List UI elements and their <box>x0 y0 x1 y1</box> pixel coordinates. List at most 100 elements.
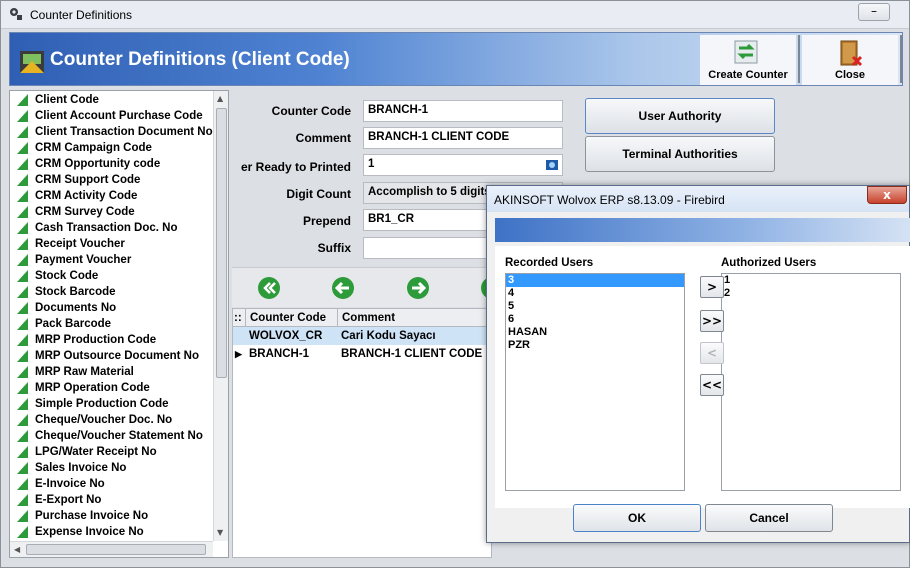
sidebar-item[interactable]: MRP Raw Material <box>10 364 213 380</box>
sidebar-item[interactable]: MRP Operation Code <box>10 380 213 396</box>
create-counter-button[interactable]: Create Counter <box>700 35 796 85</box>
sidebar-item-label: Purchase Invoice No <box>35 510 149 522</box>
digit-count-label: Digit Count <box>286 187 351 201</box>
ready-to-printed-field[interactable]: 1 <box>363 154 563 176</box>
sidebar-item[interactable]: Stock Code <box>10 268 213 284</box>
list-item[interactable]: PZR <box>506 339 684 352</box>
terminal-authorities-button[interactable]: Terminal Authorities <box>585 136 775 172</box>
comment-field[interactable]: BRANCH-1 CLIENT CODE <box>363 127 563 149</box>
table-row[interactable]: WOLVOX_CR Cari Kodu Sayacı <box>233 327 491 345</box>
counter-type-list[interactable]: Client Code Client Account Purchase Code C… <box>9 90 229 558</box>
lookup-icon[interactable] <box>545 158 559 172</box>
sidebar-item[interactable]: Pack Barcode <box>10 316 213 332</box>
sidebar-item[interactable]: Simple Production Code <box>10 396 213 412</box>
scroll-left-icon[interactable]: ◀ <box>14 545 20 554</box>
sidebar-item[interactable]: Client Code <box>10 92 213 108</box>
sidebar-item[interactable]: Cash Transaction Doc. No <box>10 220 213 236</box>
scroll-down-icon[interactable]: ▼ <box>217 528 223 537</box>
remove-one-button[interactable]: < <box>700 342 724 364</box>
list-item[interactable]: 3 <box>506 274 684 287</box>
vertical-scrollbar[interactable]: ▲ ▼ <box>213 91 228 541</box>
sidebar-item[interactable]: CRM Survey Code <box>10 204 213 220</box>
row-marker <box>233 327 245 345</box>
sidebar-item-label: Client Transaction Document No <box>35 126 213 138</box>
column-header-comment[interactable]: Comment <box>337 309 491 327</box>
recorded-users-list[interactable]: 3 4 5 6 HASAN PZR <box>505 273 685 491</box>
sidebar-item[interactable]: Expense Invoice No <box>10 524 213 540</box>
sidebar-item-label: Receipt Voucher <box>35 238 125 250</box>
sidebar-item[interactable]: LPG/Water Receipt No <box>10 444 213 460</box>
sidebar-item[interactable]: Client Transaction Document No <box>10 124 213 140</box>
sidebar-item[interactable]: CRM Campaign Code <box>10 140 213 156</box>
sidebar-item-label: Expense Invoice No <box>35 526 144 538</box>
table-row[interactable]: ▶ BRANCH-1 BRANCH-1 CLIENT CODE <box>233 345 491 363</box>
sidebar-item[interactable]: CRM Activity Code <box>10 188 213 204</box>
first-record-icon[interactable] <box>257 276 281 300</box>
sidebar-item[interactable]: CRM Opportunity code <box>10 156 213 172</box>
move-all-button[interactable]: >> <box>700 310 724 332</box>
cancel-button[interactable]: Cancel <box>705 504 833 532</box>
list-item[interactable]: 1 <box>722 274 900 287</box>
sidebar-item-label: Client Account Purchase Code <box>35 110 203 122</box>
sidebar-item[interactable]: Purchase Invoice No <box>10 508 213 524</box>
cell-comment[interactable]: Cari Kodu Sayacı <box>337 327 491 345</box>
scroll-thumb[interactable] <box>26 544 206 555</box>
cell-counter-code[interactable]: WOLVOX_CR <box>245 327 337 345</box>
tree-node-icon <box>17 110 28 122</box>
list-item[interactable]: 4 <box>506 287 684 300</box>
tree-node-icon <box>17 398 28 410</box>
sidebar-item[interactable]: E-Invoice No <box>10 476 213 492</box>
tree-node-icon <box>17 222 28 234</box>
toolbar-separator <box>900 35 902 83</box>
next-record-icon[interactable] <box>406 276 430 300</box>
cell-counter-code[interactable]: BRANCH-1 <box>245 345 337 363</box>
sidebar-item-label: Cheque/Voucher Statement No <box>35 430 203 442</box>
sidebar-item[interactable]: Cheque/Voucher Doc. No <box>10 412 213 428</box>
create-counter-icon <box>734 40 758 64</box>
cell-comment[interactable]: BRANCH-1 CLIENT CODE <box>337 345 491 363</box>
column-header-counter-code[interactable]: Counter Code <box>245 309 337 327</box>
scroll-up-icon[interactable]: ▲ <box>217 94 223 103</box>
tree-node-icon <box>17 318 28 330</box>
sidebar-item[interactable]: MRP Outsource Document No <box>10 348 213 364</box>
close-button[interactable]: Close <box>802 35 898 85</box>
dialog-header-band <box>495 218 910 242</box>
user-authority-button[interactable]: User Authority <box>585 98 775 134</box>
scroll-thumb[interactable] <box>216 108 227 378</box>
sidebar-item-label: CRM Activity Code <box>35 190 138 202</box>
sidebar-item[interactable]: Sales Invoice No <box>10 460 213 476</box>
counter-code-field[interactable]: BRANCH-1 <box>363 100 563 122</box>
sidebar-item[interactable]: Stock Barcode <box>10 284 213 300</box>
dialog-close-button[interactable]: x <box>867 186 907 204</box>
sidebar-item[interactable]: Receipt Voucher <box>10 236 213 252</box>
counter-grid[interactable]: :: Counter Code Comment WOLVOX_CR Cari K… <box>232 308 492 558</box>
move-one-button[interactable]: > <box>700 276 724 298</box>
sidebar-item[interactable]: MRP Production Code <box>10 332 213 348</box>
previous-record-icon[interactable] <box>331 276 355 300</box>
tree-node-icon <box>17 142 28 154</box>
counter-icon <box>20 51 44 73</box>
list-item[interactable]: 5 <box>506 300 684 313</box>
horizontal-scrollbar[interactable]: ◀ <box>10 541 213 557</box>
list-item[interactable]: 2 <box>722 287 900 300</box>
ok-button[interactable]: OK <box>573 504 701 532</box>
user-authority-dialog: AKINSOFT Wolvox ERP s8.13.09 - Firebird … <box>486 185 910 543</box>
tree-node-icon <box>17 206 28 218</box>
sidebar-item[interactable]: CRM Support Code <box>10 172 213 188</box>
sidebar-item[interactable]: Client Account Purchase Code <box>10 108 213 124</box>
sidebar-item-label: CRM Opportunity code <box>35 158 161 170</box>
tree-node-icon <box>17 350 28 362</box>
sidebar-item-label: Cheque/Voucher Doc. No <box>35 414 173 426</box>
sidebar-item[interactable]: Cheque/Voucher Statement No <box>10 428 213 444</box>
sidebar-item[interactable]: Payment Voucher <box>10 252 213 268</box>
list-item[interactable]: 6 <box>506 313 684 326</box>
remove-all-button[interactable]: << <box>700 374 724 396</box>
sidebar-item[interactable]: E-Export No <box>10 492 213 508</box>
sidebar-item-label: Simple Production Code <box>35 398 169 410</box>
list-item[interactable]: HASAN <box>506 326 684 339</box>
sidebar-item[interactable]: Documents No <box>10 300 213 316</box>
tree-node-icon <box>17 158 28 170</box>
authorized-users-list[interactable]: 12 <box>721 273 901 491</box>
minimize-button[interactable]: – <box>858 3 890 21</box>
tree-node-icon <box>17 414 28 426</box>
